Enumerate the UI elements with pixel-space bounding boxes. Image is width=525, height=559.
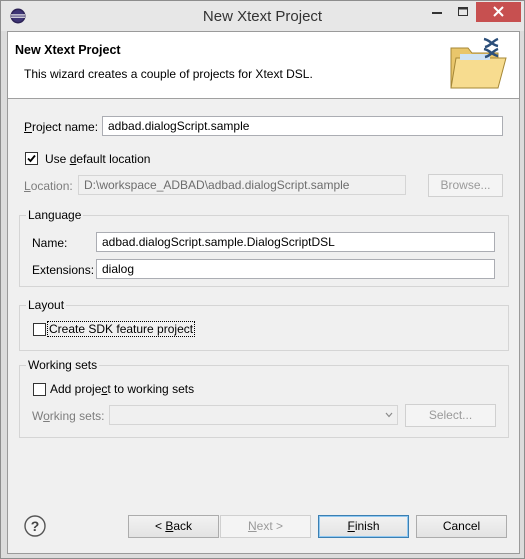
add-to-working-sets-checkbox[interactable] — [33, 383, 46, 396]
close-icon[interactable] — [476, 2, 521, 22]
use-default-location-checkbox[interactable] — [25, 152, 38, 165]
language-name-label: Name: — [32, 236, 68, 250]
select-working-sets-button[interactable]: Select... — [405, 404, 496, 427]
language-name-input[interactable]: adbad.dialogScript.sample.DialogScriptDS… — [96, 232, 495, 252]
extensions-label: Extensions: — [32, 263, 95, 277]
language-group-title: Language — [26, 208, 84, 222]
minimize-icon[interactable] — [424, 2, 450, 22]
use-default-location-label[interactable]: Use default location — [45, 152, 150, 166]
layout-group-title: Layout — [26, 298, 67, 312]
dialog-content: New Xtext Project This wizard creates a … — [7, 31, 520, 554]
xtext-folder-icon — [450, 37, 507, 89]
maximize-icon[interactable] — [450, 2, 476, 22]
back-button[interactable]: < Back — [128, 515, 219, 538]
help-icon[interactable]: ? — [24, 515, 46, 537]
svg-text:?: ? — [31, 518, 40, 534]
checkmark-icon — [27, 154, 36, 163]
browse-button[interactable]: Browse... — [428, 174, 503, 197]
wizard-title: New Xtext Project — [15, 43, 121, 57]
create-sdk-feature-label[interactable]: Create SDK feature project — [46, 321, 196, 337]
title-bar[interactable]: New Xtext Project — [1, 1, 524, 31]
project-name-label: Project name: — [24, 120, 99, 134]
working-sets-label: Working sets: — [32, 409, 105, 423]
finish-button[interactable]: Finish — [318, 515, 409, 538]
cancel-button[interactable]: Cancel — [416, 515, 507, 538]
working-sets-group — [19, 365, 509, 438]
create-sdk-feature-checkbox[interactable] — [33, 323, 46, 336]
wizard-header: New Xtext Project This wizard creates a … — [8, 32, 519, 99]
project-name-input[interactable]: adbad.dialogScript.sample — [102, 116, 503, 136]
working-sets-group-title: Working sets — [26, 358, 100, 372]
add-to-working-sets-label[interactable]: Add project to working sets — [50, 382, 194, 396]
chevron-down-icon — [385, 412, 393, 418]
dialog-window: New Xtext Project New Xtext Project This… — [0, 0, 525, 559]
wizard-description: This wizard creates a couple of projects… — [24, 67, 313, 81]
next-button[interactable]: Next > — [220, 515, 311, 538]
working-sets-combo[interactable] — [109, 405, 398, 425]
location-label: Location: — [24, 179, 73, 193]
location-input[interactable]: D:\workspace_ADBAD\adbad.dialogScript.sa… — [78, 175, 406, 195]
extensions-input[interactable]: dialog — [96, 259, 495, 279]
